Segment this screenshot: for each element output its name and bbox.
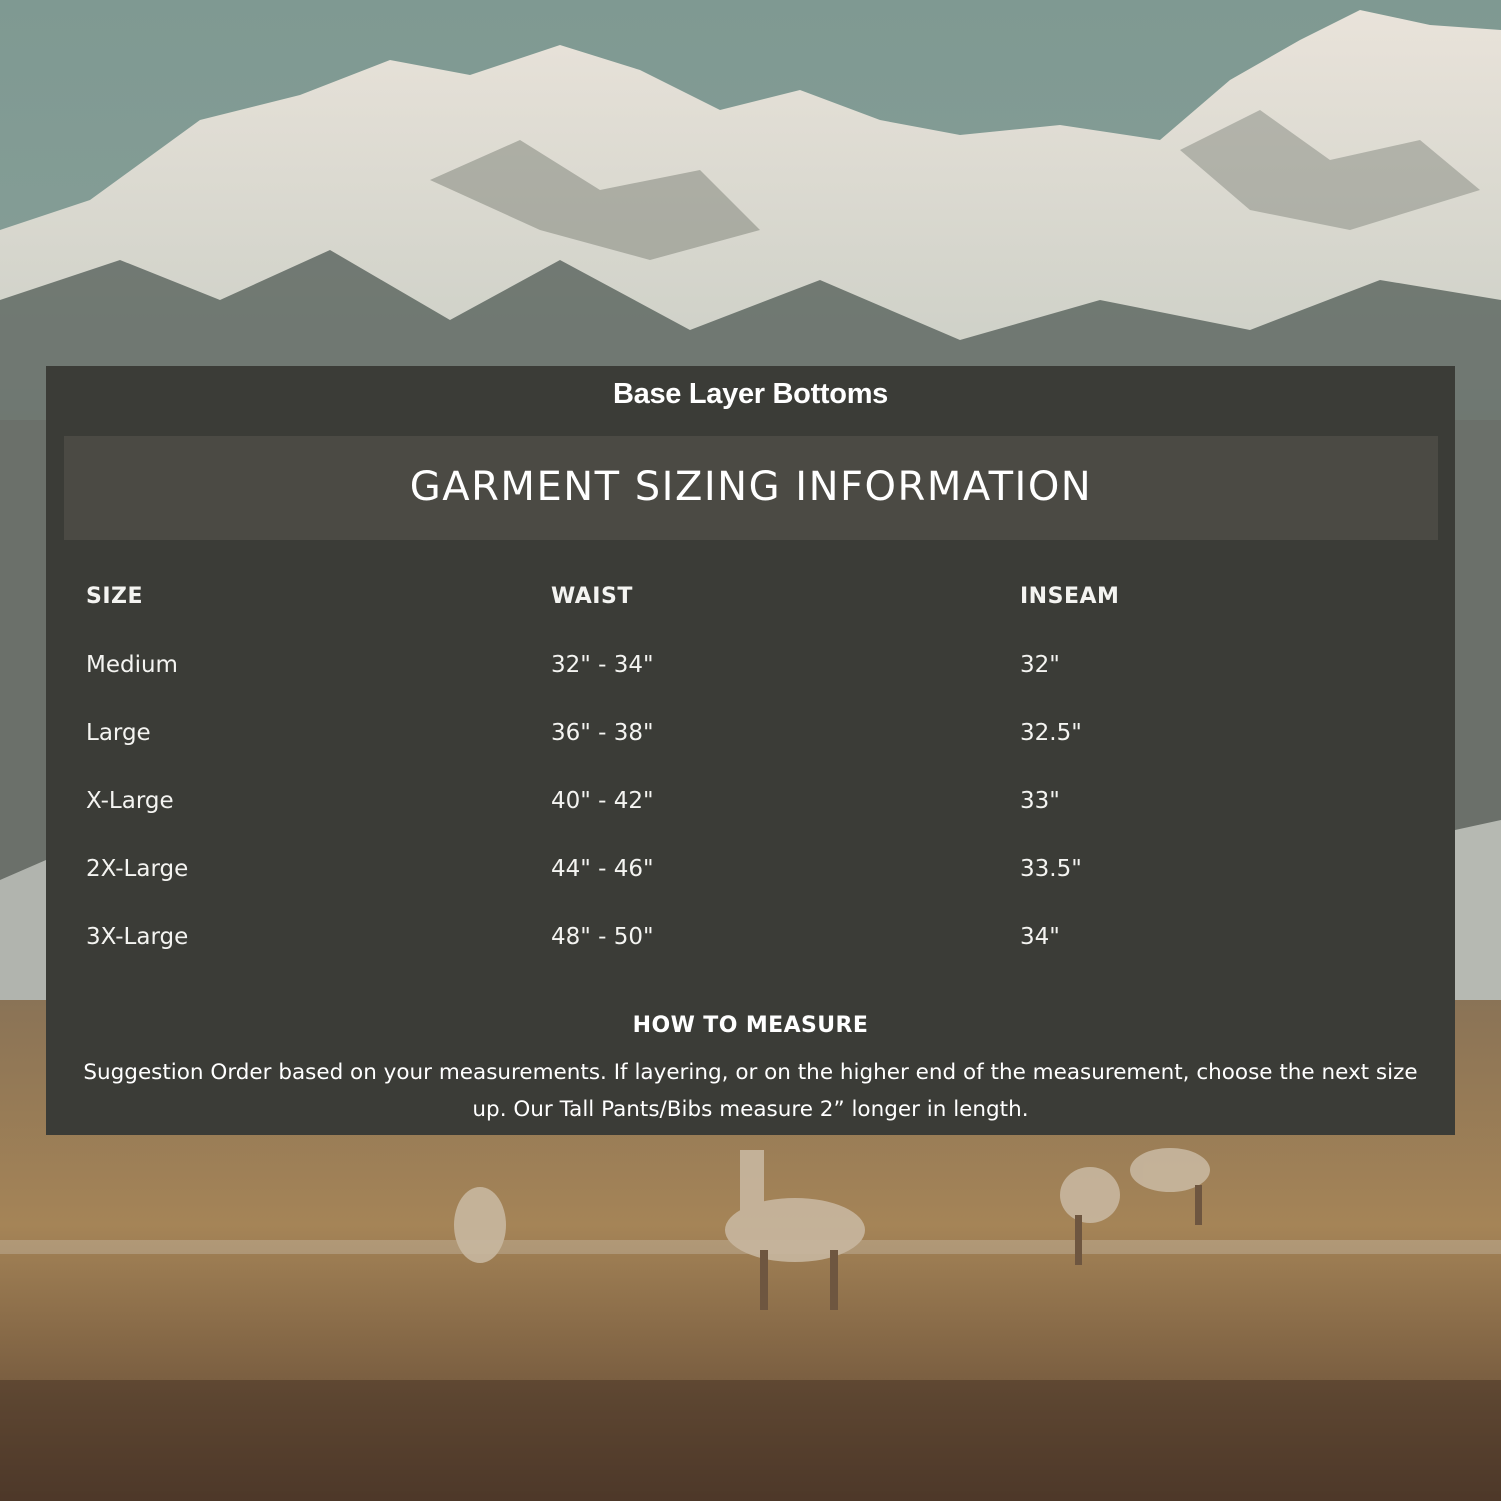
table-row: Large 36" - 38" 32.5" (86, 714, 1426, 782)
inseam-cell: 32.5" (1020, 720, 1082, 746)
table-row: X-Large 40" - 42" 33" (86, 782, 1426, 850)
header-inseam: INSEAM (1020, 584, 1120, 609)
size-cell: Large (86, 720, 151, 746)
sizing-panel: Base Layer Bottoms GARMENT SIZING INFORM… (46, 366, 1455, 1135)
table-header-row: SIZE WAIST INSEAM (86, 578, 1426, 646)
header-size: SIZE (86, 584, 144, 609)
how-to-measure-text: Suggestion Order based on your measureme… (83, 1060, 1418, 1122)
size-cell: 3X-Large (86, 924, 189, 950)
size-cell: Medium (86, 652, 178, 678)
sizing-banner: GARMENT SIZING INFORMATION (64, 436, 1438, 540)
inseam-cell: 33.5" (1020, 856, 1082, 882)
waist-cell: 36" - 38" (551, 720, 654, 746)
waist-cell: 32" - 34" (551, 652, 654, 678)
table-row: 2X-Large 44" - 46" 33.5" (86, 850, 1426, 918)
size-cell: X-Large (86, 788, 174, 814)
page: Base Layer Bottoms GARMENT SIZING INFORM… (0, 0, 1501, 1501)
table-row: 3X-Large 48" - 50" 34" (86, 918, 1426, 986)
table-row: Medium 32" - 34" 32" (86, 646, 1426, 714)
size-table: SIZE WAIST INSEAM Medium 32" - 34" 32" L… (86, 578, 1426, 986)
waist-cell: 40" - 42" (551, 788, 654, 814)
inseam-cell: 34" (1020, 924, 1060, 950)
product-title: Base Layer Bottoms (612, 378, 889, 410)
waist-cell: 44" - 46" (551, 856, 654, 882)
header-waist: WAIST (551, 584, 633, 609)
banner-title: GARMENT SIZING INFORMATION (409, 464, 1093, 510)
waist-cell: 48" - 50" (551, 924, 654, 950)
inseam-cell: 32" (1020, 652, 1060, 678)
size-cell: 2X-Large (86, 856, 189, 882)
how-to-measure-title: HOW TO MEASURE (632, 1013, 869, 1038)
inseam-cell: 33" (1020, 788, 1060, 814)
